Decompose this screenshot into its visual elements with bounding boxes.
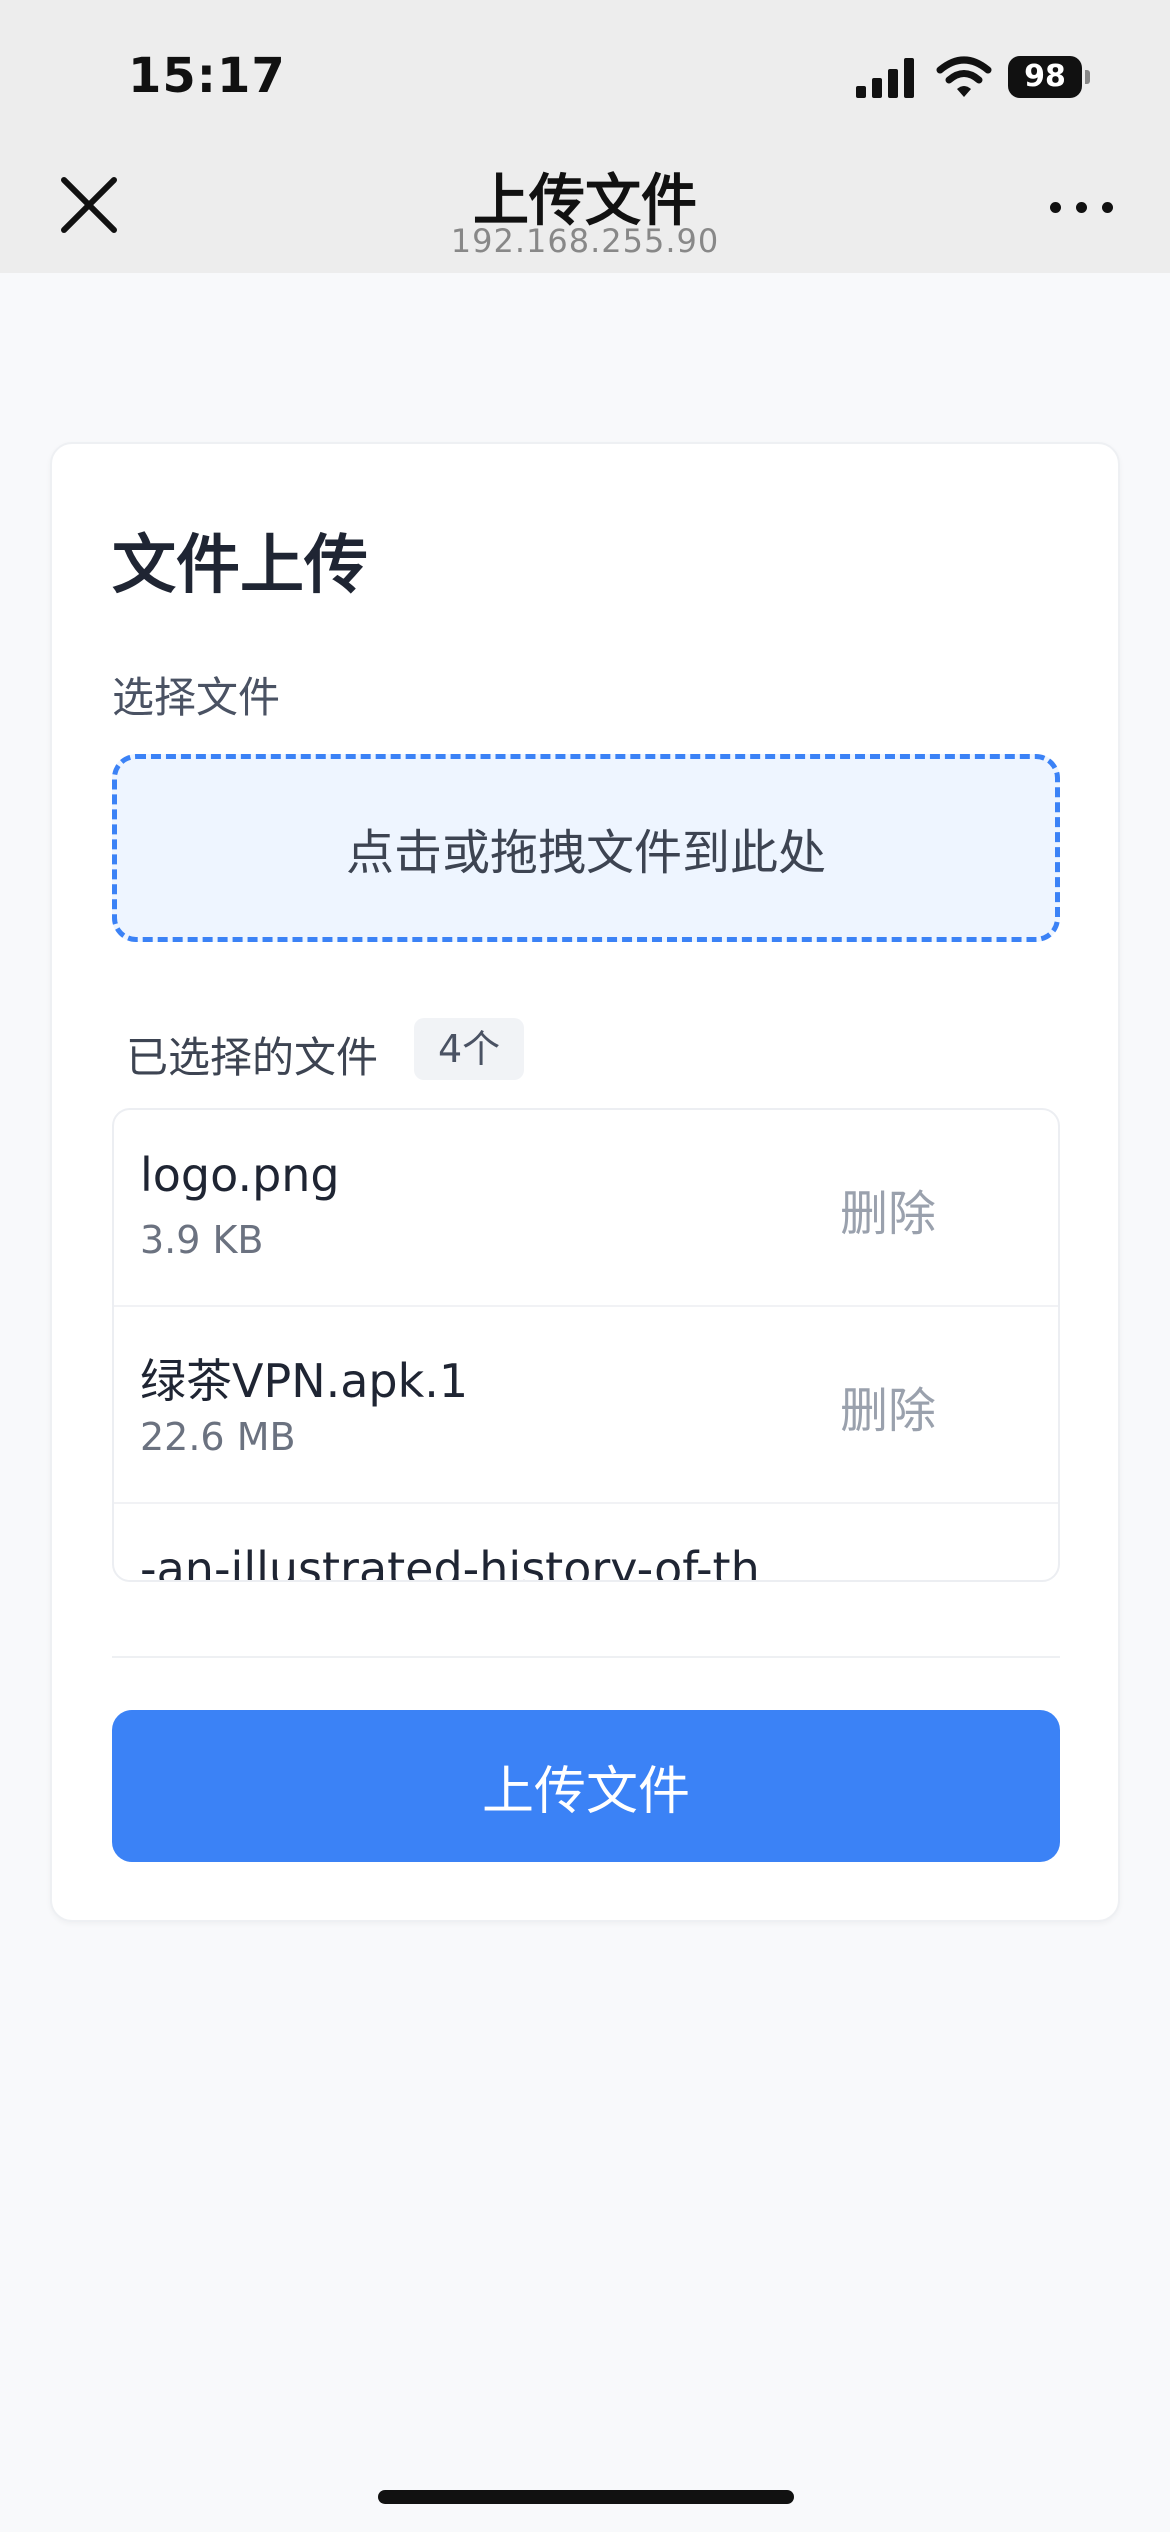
- dropzone-text: 点击或拖拽文件到此处: [345, 825, 826, 881]
- battery-icon: 98: [1008, 56, 1092, 98]
- selected-files-label: 已选择的文件: [126, 1033, 379, 1082]
- upload-button-label: 上传文件: [481, 1761, 690, 1822]
- file-dropzone[interactable]: 点击或拖拽文件到此处: [112, 754, 1060, 942]
- file-row: logo.png 3.9 KB 删除: [114, 1110, 1058, 1307]
- select-file-label: 选择文件: [112, 673, 281, 722]
- delete-file-button[interactable]: 删除: [840, 1371, 936, 1441]
- delete-file-button[interactable]: 删除: [840, 1174, 936, 1244]
- battery-level: 98: [1008, 56, 1082, 98]
- divider: [112, 1656, 1060, 1658]
- status-bar: 15:17 98: [0, 0, 1170, 140]
- nav-bar: 上传文件 192.168.255.90: [0, 140, 1170, 273]
- nav-subtitle: 192.168.255.90: [450, 222, 720, 260]
- delete-file-button[interactable]: 删除: [840, 1568, 936, 1580]
- more-options-icon[interactable]: [1046, 192, 1116, 222]
- file-count-badge: 4个: [414, 1018, 525, 1080]
- cellular-signal-icon: [856, 58, 914, 98]
- card-title: 文件上传: [112, 529, 368, 603]
- selected-file-list[interactable]: logo.png 3.9 KB 删除 绿茶VPN.apk.1 22.6 MB 删…: [112, 1108, 1060, 1582]
- file-name: -an-illustrated-history-of-th: [140, 1542, 760, 1582]
- file-name: 绿茶VPN.apk.1: [140, 1354, 469, 1408]
- file-row: 绿茶VPN.apk.1 22.6 MB 删除: [114, 1307, 1058, 1504]
- file-name: logo.png: [140, 1148, 340, 1202]
- file-size: 3.9 KB: [140, 1218, 264, 1262]
- upload-card: 文件上传 选择文件 点击或拖拽文件到此处 已选择的文件 4个 logo.png …: [50, 442, 1120, 1922]
- file-size: 22.6 MB: [140, 1415, 296, 1459]
- upload-button[interactable]: 上传文件: [112, 1710, 1060, 1862]
- home-indicator: [378, 2490, 794, 2504]
- file-row: -an-illustrated-history-of-th 删除: [114, 1504, 1058, 1582]
- status-time: 15:17: [128, 48, 286, 104]
- wifi-icon: [936, 56, 992, 97]
